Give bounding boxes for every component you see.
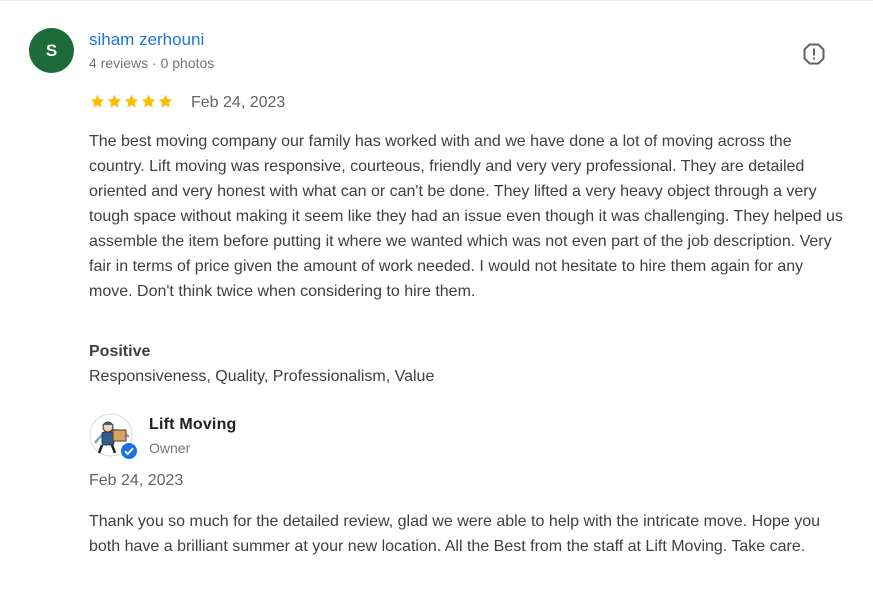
owner-avatar xyxy=(89,413,138,460)
star-icon xyxy=(124,94,139,108)
review-text: The best moving company our family has w… xyxy=(89,133,843,300)
report-flag-icon xyxy=(803,43,825,65)
star-rating xyxy=(89,93,174,110)
verified-badge-icon xyxy=(120,442,138,460)
star-icon xyxy=(107,94,122,108)
avatar-letter: S xyxy=(45,40,58,60)
star-icon xyxy=(141,94,156,108)
reviewer-avatar[interactable]: S xyxy=(29,28,74,73)
owner-role: Owner xyxy=(149,440,191,456)
owner-response-text: Thank you so much for the detailed revie… xyxy=(89,513,821,555)
positive-heading: Positive xyxy=(89,343,151,360)
reviewer-meta: 4 reviews · 0 photos xyxy=(89,55,215,71)
reviewer-name[interactable]: siham zerhouni xyxy=(89,30,204,50)
positive-values: Responsiveness, Quality, Professionalism… xyxy=(89,368,435,385)
owner-name: Lift Moving xyxy=(149,416,237,433)
review-date: Feb 24, 2023 xyxy=(191,94,286,111)
star-icon xyxy=(158,94,173,108)
owner-response-date: Feb 24, 2023 xyxy=(89,472,184,489)
star-icon xyxy=(90,94,105,108)
top-divider xyxy=(0,0,873,1)
report-review-button[interactable] xyxy=(801,41,827,67)
